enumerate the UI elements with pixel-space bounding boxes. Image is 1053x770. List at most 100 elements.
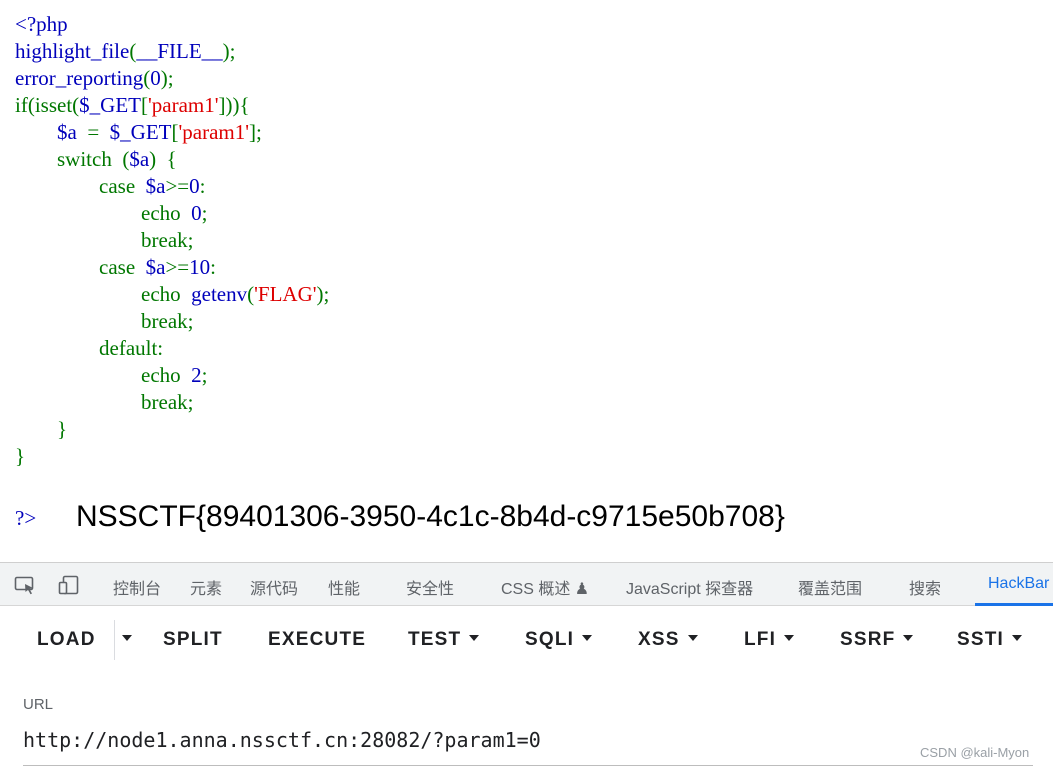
code-token: if(isset( [15, 93, 80, 117]
ssti-menu[interactable]: SSTI [957, 629, 1023, 651]
tab-javascript-profiler[interactable]: JavaScript 探查器 [626, 575, 753, 599]
code-token: 0 [191, 201, 202, 225]
xss-menu[interactable]: XSS [638, 629, 698, 651]
code-token: $_GET [79, 93, 141, 117]
code-token: 0 [150, 66, 161, 90]
code-token: $a [57, 120, 77, 144]
code-token: 'FLAG' [254, 282, 317, 306]
code-line: echo 2; [15, 362, 329, 389]
code-token: <?php [15, 12, 68, 36]
url-input[interactable]: http://node1.anna.nssctf.cn:28082/?param… [23, 728, 541, 752]
device-toolbar-icon[interactable] [58, 575, 80, 595]
code-token: switch ( [15, 147, 130, 171]
code-line: $a = $_GET['param1']; [15, 119, 329, 146]
code-token: >= [165, 255, 190, 279]
caret-down-icon [122, 634, 132, 641]
code-line: error_reporting(0); [15, 65, 329, 92]
code-token: $a [129, 147, 150, 171]
code-token: ); [160, 66, 174, 90]
code-token: break; [15, 309, 194, 333]
code-token: echo [15, 363, 192, 387]
code-token: ; [201, 201, 208, 225]
code-token: ); [222, 39, 236, 63]
code-token: default: [15, 336, 164, 360]
tab-css-overview[interactable]: CSS 概述 ♟ [501, 575, 589, 599]
php-close-tag: ?> [15, 506, 37, 530]
code-token: echo [15, 282, 192, 306]
code-token: 10 [189, 255, 211, 279]
flag-output: NSSCTF{89401306-3950-4c1c-8b4d-c9715e50b… [76, 500, 785, 533]
code-line: echo getenv('FLAG'); [15, 281, 329, 308]
code-token: } [15, 417, 68, 441]
code-token: [ [171, 120, 179, 144]
code-token: : [199, 174, 206, 198]
tab-sources[interactable]: 源代码 [250, 575, 298, 599]
code-token: case [15, 255, 146, 279]
code-token: >= [165, 174, 190, 198]
inspect-element-icon[interactable] [14, 575, 36, 595]
code-token: ); [316, 282, 330, 306]
code-token: error_reporting [15, 66, 144, 90]
sqli-menu[interactable]: SQLI [525, 629, 593, 651]
code-token: case [15, 174, 146, 198]
devtools-panel: 控制台 元素 源代码 性能 安全性 CSS 概述 ♟ JavaScript 探查… [0, 562, 1053, 770]
code-line: } [15, 443, 329, 470]
code-token: = [76, 120, 110, 144]
tab-search[interactable]: 搜索 [909, 575, 941, 599]
caret-down-icon [903, 634, 914, 641]
php-source-code: <?php highlight_file(__FILE__); error_repo… [15, 11, 329, 497]
code-token: ; [201, 363, 208, 387]
code-token: 'param1' [147, 93, 219, 117]
code-token: echo [15, 201, 192, 225]
code-token: __FILE__ [136, 39, 223, 63]
caret-down-icon [469, 634, 480, 641]
code-line: switch ($a) { [15, 146, 329, 173]
tab-hackbar[interactable]: HackBar [988, 575, 1049, 593]
code-line: } [15, 416, 329, 443]
load-button[interactable]: LOAD [37, 629, 96, 651]
url-input-underline [23, 765, 1033, 766]
devtools-tab-bar: 控制台 元素 源代码 性能 安全性 CSS 概述 ♟ JavaScript 探查… [0, 562, 1053, 606]
split-button[interactable]: SPLIT [163, 629, 223, 651]
hackbar-toolbar: LOAD SPLIT EXECUTE TEST SQLI XSS LFI SSR… [0, 606, 1053, 672]
ssrf-menu[interactable]: SSRF [840, 629, 914, 651]
code-line: case $a>=10: [15, 254, 329, 281]
code-line: case $a>=0: [15, 173, 329, 200]
code-line: highlight_file(__FILE__); [15, 38, 329, 65]
code-line: <?php [15, 11, 329, 38]
load-options-dropdown[interactable] [114, 629, 132, 651]
code-token: : [210, 255, 216, 279]
url-label: URL [23, 696, 54, 713]
caret-down-icon [1012, 634, 1023, 641]
code-line: if(isset($_GET['param1'])){ [15, 92, 329, 119]
tab-elements[interactable]: 元素 [190, 575, 222, 599]
caret-down-icon [687, 634, 698, 641]
code-line: default: [15, 335, 329, 362]
code-token: break; [15, 228, 194, 252]
code-token: $a [145, 255, 166, 279]
code-line: echo 0; [15, 200, 329, 227]
code-token: [ [140, 93, 148, 117]
code-token: 'param1' [178, 120, 250, 144]
tab-coverage[interactable]: 覆盖范围 [798, 575, 862, 599]
execute-button[interactable]: EXECUTE [268, 629, 366, 651]
code-token: $a [145, 174, 166, 198]
code-token: ) { [149, 147, 177, 171]
code-token: ]; [249, 120, 262, 144]
tab-security[interactable]: 安全性 [406, 575, 454, 599]
code-token: 0 [189, 174, 200, 198]
code-line: break; [15, 227, 329, 254]
code-token: $_GET [109, 120, 172, 144]
test-menu[interactable]: TEST [408, 629, 480, 651]
watermark: CSDN @kali-Myon [920, 745, 1030, 760]
code-line: break; [15, 308, 329, 335]
tab-performance[interactable]: 性能 [328, 575, 360, 599]
code-token: highlight_file [15, 39, 130, 63]
caret-down-icon [582, 634, 593, 641]
code-token: ])){ [218, 93, 250, 117]
code-line: break; [15, 389, 329, 416]
tab-console[interactable]: 控制台 [113, 575, 161, 599]
lfi-menu[interactable]: LFI [744, 629, 795, 651]
